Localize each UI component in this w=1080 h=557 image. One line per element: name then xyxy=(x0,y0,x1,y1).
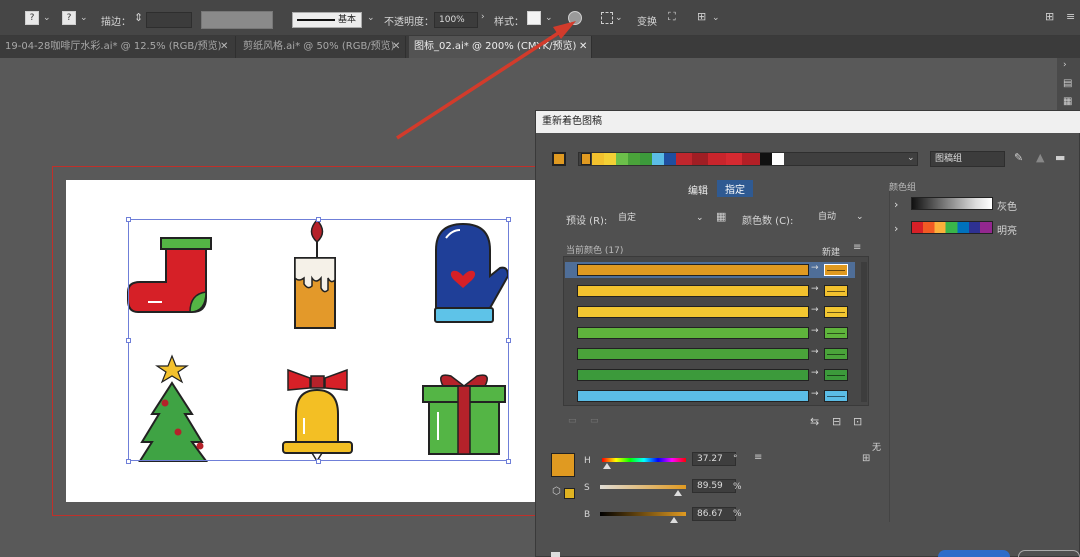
strip-color xyxy=(581,153,591,165)
new-color-swatch[interactable] xyxy=(824,264,848,276)
active-color-swatch[interactable] xyxy=(552,152,566,166)
color-group-strip[interactable]: ⌄ xyxy=(578,152,918,166)
eyedropper-icon[interactable]: ✎ xyxy=(1014,151,1023,164)
brightness-unit: % xyxy=(733,509,742,519)
s-label: S xyxy=(584,483,590,493)
color-spectrum-icon[interactable]: ⊞ xyxy=(862,453,870,464)
strip-color xyxy=(664,153,676,165)
arrow-right-icon[interactable]: → xyxy=(811,305,819,315)
strip-color xyxy=(676,153,692,165)
tab-assign[interactable]: 指定 xyxy=(717,180,753,197)
current-color-row[interactable] xyxy=(577,306,809,318)
hue-unit: ° xyxy=(733,454,738,464)
color-groups-label: 颜色组 xyxy=(889,183,917,193)
dialog-title: 重新着色图稿 xyxy=(536,111,1080,133)
new-color-swatch[interactable] xyxy=(824,327,848,339)
color-count-select[interactable]: 自动 ⌄ xyxy=(813,209,865,225)
strip-color xyxy=(628,153,640,165)
group-name-field[interactable]: 图稿组 xyxy=(930,151,1005,167)
strip-color xyxy=(592,153,604,165)
brightness-slider-track[interactable] xyxy=(600,512,686,516)
chevron-right-icon[interactable]: › xyxy=(894,222,898,235)
hue-slider-track[interactable] xyxy=(602,458,686,462)
current-color-row[interactable] xyxy=(577,285,809,297)
arrow-right-icon[interactable]: → xyxy=(811,347,819,357)
h-label: H xyxy=(584,456,591,466)
current-color-row[interactable] xyxy=(577,264,809,276)
strip-color xyxy=(604,153,616,165)
preset-value: 自定 xyxy=(618,213,637,223)
brightness-value-input[interactable]: 86.67 xyxy=(692,507,736,521)
new-color-swatch[interactable] xyxy=(824,369,848,381)
strip-color xyxy=(726,153,742,165)
chevron-down-icon: ⌄ xyxy=(696,213,704,223)
preset-select[interactable]: 自定 ⌄ xyxy=(613,210,707,226)
exclude-colors-icon[interactable]: ⊟ xyxy=(832,415,841,428)
menu-icon[interactable]: ≡ xyxy=(853,242,861,253)
tab-edit[interactable]: 编辑 xyxy=(688,182,708,197)
b-label: B xyxy=(584,510,591,520)
strip-color xyxy=(652,153,664,165)
current-colors-label: 当前颜色 (17) xyxy=(566,246,624,256)
current-color-row[interactable] xyxy=(577,390,809,402)
menu-icon[interactable]: ≡ xyxy=(754,452,762,463)
new-color-swatch[interactable] xyxy=(824,285,848,297)
list-scrollbar[interactable] xyxy=(861,262,867,402)
arrow-right-icon[interactable]: → xyxy=(811,389,819,399)
new-color-swatch[interactable] xyxy=(824,306,848,318)
strip-color xyxy=(760,153,772,165)
cancel-button[interactable] xyxy=(1018,550,1080,557)
folder-icon[interactable]: ▬ xyxy=(1055,151,1065,164)
strip-color xyxy=(640,153,652,165)
hue-value-input[interactable]: 37.27 xyxy=(692,452,736,466)
ok-button[interactable] xyxy=(938,550,1010,557)
new-row-icon[interactable]: ⇆ xyxy=(810,415,819,428)
chevron-down-icon: ⌄ xyxy=(856,212,864,222)
saturation-slider-track[interactable] xyxy=(600,485,686,489)
color-count-value: 自动 xyxy=(818,212,837,222)
strip-color xyxy=(772,153,784,165)
gray-color-group[interactable] xyxy=(911,197,993,210)
current-color-row[interactable] xyxy=(577,348,809,360)
arrow-right-icon[interactable]: → xyxy=(811,326,819,336)
new-group-icon[interactable]: ▲ xyxy=(1036,151,1044,164)
new-color-swatch[interactable] xyxy=(824,348,848,360)
current-color-row[interactable] xyxy=(577,369,809,381)
color-count-label: 颜色数 (C): xyxy=(742,216,794,227)
brightness-slider-thumb[interactable] xyxy=(670,517,678,523)
bright-group-label: 明亮 xyxy=(997,226,1017,237)
current-color-preview xyxy=(551,453,575,477)
color-reduction-options-icon[interactable]: ▦ xyxy=(716,210,726,223)
bright-color-group[interactable] xyxy=(911,221,993,234)
gray-group-label: 灰色 xyxy=(997,202,1017,213)
arrow-right-icon[interactable]: → xyxy=(811,263,819,273)
out-of-gamut-swatch[interactable] xyxy=(564,488,575,499)
strip-color xyxy=(692,153,708,165)
strip-color xyxy=(742,153,760,165)
strip-color xyxy=(616,153,628,165)
arrow-right-icon[interactable]: → xyxy=(811,284,819,294)
saturation-value-input[interactable]: 89.59 xyxy=(692,479,736,493)
new-color-swatch[interactable] xyxy=(824,390,848,402)
none-label: 无 xyxy=(872,443,882,453)
color-groups-panel xyxy=(889,190,1080,522)
chevron-right-icon[interactable]: › xyxy=(894,198,898,211)
color-mode-cube-icon[interactable]: ⬡ xyxy=(552,486,561,497)
merge-colors-icon[interactable]: ▭ xyxy=(568,416,577,426)
preset-label: 预设 (R): xyxy=(566,216,608,227)
saturation-slider-thumb[interactable] xyxy=(674,490,682,496)
chevron-down-icon[interactable]: ⌄ xyxy=(907,153,915,163)
hue-slider-thumb[interactable] xyxy=(603,463,611,469)
current-color-row[interactable] xyxy=(577,327,809,339)
recolor-checkbox[interactable] xyxy=(551,552,560,557)
random-order-icon[interactable]: ⊡ xyxy=(853,415,862,428)
arrow-right-icon[interactable]: → xyxy=(811,368,819,378)
separate-colors-icon[interactable]: ▭ xyxy=(590,416,599,426)
saturation-unit: % xyxy=(733,482,742,492)
strip-color xyxy=(708,153,726,165)
